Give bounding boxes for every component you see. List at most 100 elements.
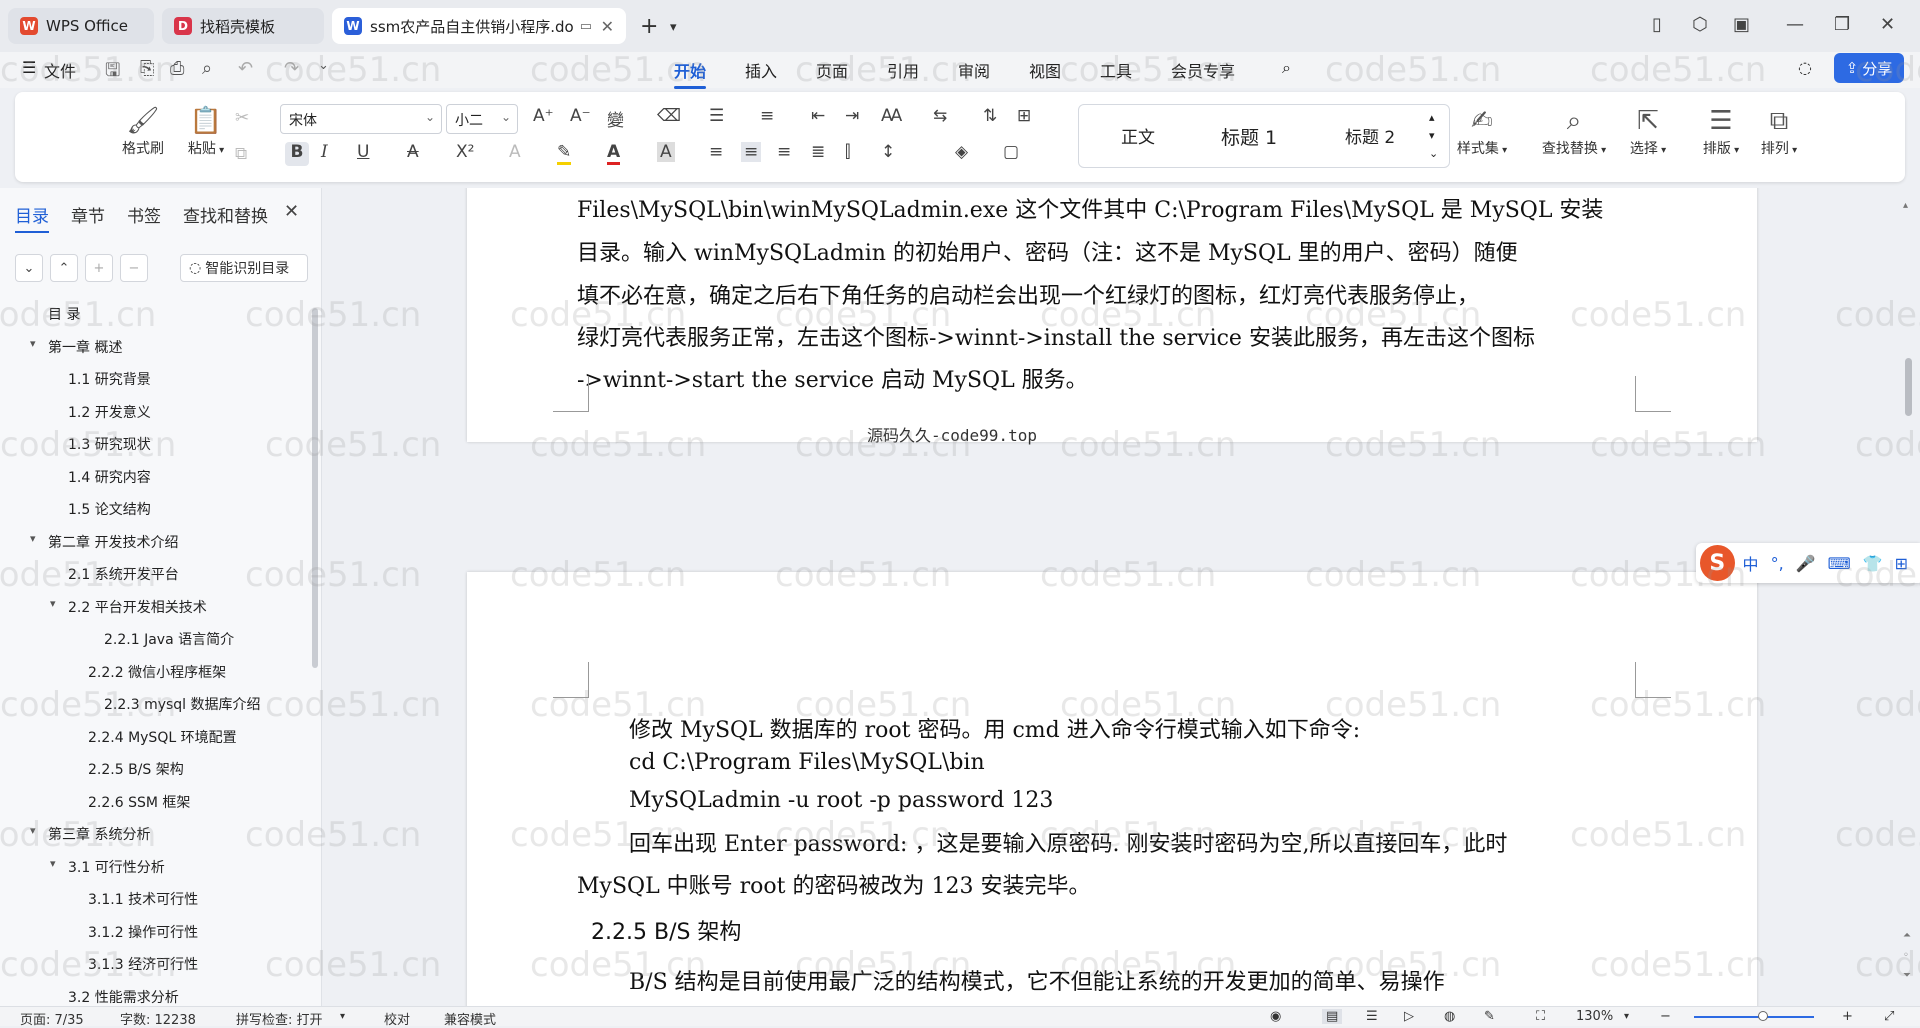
proofread-button[interactable]: 校对 [384,1009,410,1028]
select-browse-icon[interactable]: ◦ [1903,950,1909,961]
show-marks-icon[interactable]: ⊞ [1017,106,1031,126]
menu-review[interactable]: 审阅 [958,58,990,82]
keyboard-icon[interactable]: ⌨ [1828,554,1851,573]
save-icon[interactable]: 🖫 [105,58,120,88]
microphone-icon[interactable]: 🎤 [1796,554,1816,573]
chevron-down-icon[interactable]: ▾ [670,20,677,35]
align-center-icon[interactable]: ≡ [741,142,762,162]
expand-caret-icon[interactable]: ▾ [30,532,36,545]
layout-button[interactable]: ☰ 排版 ▾ [1695,104,1747,158]
scroll-down-icon[interactable]: ▾ [1429,129,1435,142]
tab-document[interactable]: W ssm农产品自主供销小程序.do ▭ ✕ [332,8,626,44]
close-icon[interactable]: ✕ [284,201,299,222]
toc-item[interactable]: 目 录 [48,304,80,324]
tab-bookmarks[interactable]: 书签 [127,202,161,227]
menu-tools[interactable]: 工具 [1100,58,1132,82]
scroll-thumb[interactable] [1905,358,1912,416]
font-color-icon[interactable]: A [607,142,621,165]
expand-caret-icon[interactable]: ▾ [50,857,56,870]
find-replace-button[interactable]: ⌕ 查找替换 ▾ [1533,104,1615,158]
new-tab-plus-icon[interactable]: + [640,14,658,39]
toc-item[interactable]: 2.2.5 B/S 架构 [88,759,184,779]
style-normal[interactable]: 正文 [1121,123,1155,148]
toc-item[interactable]: 2.2.6 SSM 框架 [88,792,190,812]
punctuation-icon[interactable]: °, [1771,554,1784,573]
toc-item[interactable]: 1.2 开发意义 [68,402,151,422]
zoom-out-icon[interactable]: − [1660,1009,1671,1024]
justify-icon[interactable]: ≣ [811,142,825,162]
font-size-select[interactable]: 小二 ⌄ [446,104,518,134]
clear-format-icon[interactable]: ⌫ [657,106,681,126]
copy-icon[interactable]: ⧉ [235,144,247,164]
increase-indent-icon[interactable]: ⇥ [845,106,859,126]
zoom-level[interactable]: 130% [1576,1009,1613,1024]
paste-button[interactable]: 📋 粘贴 ▾ [178,104,234,158]
toc-item[interactable]: ▾ 第一章 概述 [30,337,122,357]
toc-item[interactable]: 1.3 研究现状 [68,434,151,454]
menu-insert[interactable]: 插入 [745,58,777,82]
skin-icon[interactable]: 👕 [1863,554,1883,573]
toc-item[interactable]: 3.2 性能需求分析 [68,987,179,1007]
phonetic-icon[interactable]: 變 [607,106,624,131]
font-name-select[interactable]: 宋体 ⌄ [280,104,442,134]
redo-icon[interactable]: ↷ [284,58,299,79]
strikethrough-icon[interactable]: A [407,142,419,162]
word-count[interactable]: 字数: 12238 [120,1009,196,1028]
highlight-icon[interactable]: ✎ [557,142,572,165]
close-tab-icon[interactable]: ✕ [595,17,614,36]
spell-check-toggle[interactable]: 拼写检查: 打开 [236,1009,323,1028]
toc-item[interactable]: ▾ 第三章 系统分析 [30,824,150,844]
layout-icon[interactable]: ▯ [1652,14,1662,35]
smart-toc-button[interactable]: ◌ 智能识别目录 [180,254,308,282]
bold-icon[interactable]: B [285,142,309,166]
tab-wps-office[interactable]: W WPS Office [8,8,154,44]
play-icon[interactable]: ▷ [1404,1009,1414,1024]
print-icon[interactable]: ⎙ [170,58,184,79]
scroll-up-icon[interactable]: ▴ [1903,200,1908,211]
expand-caret-icon[interactable]: ▾ [30,824,36,837]
align-right-icon[interactable]: ≡ [777,142,791,162]
superscript-icon[interactable]: X² [456,142,474,162]
maximize-icon[interactable]: ❐ [1834,14,1850,35]
zoom-slider-thumb[interactable] [1758,1011,1768,1021]
menu-icon[interactable]: ☰ [22,58,36,77]
line-spacing-icon[interactable]: ↕ [881,142,895,162]
remove-item-icon[interactable]: − [120,254,148,282]
pen-icon[interactable]: ✎ [1484,1009,1495,1024]
shrink-font-icon[interactable]: A⁻ [570,106,591,126]
distribute-icon[interactable]: ⫿ [845,142,850,162]
monitor-icon[interactable]: ▭ [580,19,592,34]
zoom-in-icon[interactable]: + [1842,1009,1853,1024]
chevron-down-icon[interactable]: ▾ [340,1011,345,1022]
decrease-indent-icon[interactable]: ⇤ [811,106,825,126]
select-button[interactable]: ⇱ 选择 ▾ [1620,104,1676,158]
cube-icon[interactable]: ⬡ [1692,14,1708,35]
toolbox-icon[interactable]: ⊞ [1895,554,1908,573]
menu-vip[interactable]: 会员专享 [1171,58,1235,82]
grow-font-icon[interactable]: A⁺ [533,106,554,126]
prev-page-icon[interactable]: ⏶ [1903,930,1911,941]
text-effect-icon[interactable]: A [509,142,521,162]
print-preview-icon[interactable]: ⌕ [202,58,212,79]
collapse-all-icon[interactable]: ⌄ [15,254,43,282]
add-item-icon[interactable]: + [85,254,113,282]
toc-item[interactable]: 2.2.1 Java 语言简介 [104,629,234,649]
expand-caret-icon[interactable]: ▾ [30,337,36,350]
web-view-icon[interactable]: ◍ [1444,1009,1455,1024]
bullet-list-icon[interactable]: ☰ [709,106,724,126]
page-indicator[interactable]: 页面: 7/35 [20,1009,84,1028]
toc-item[interactable]: ▾ 2.2 平台开发相关技术 [50,597,207,617]
expand-styles-icon[interactable]: ⌄ [1429,147,1438,160]
outline-view-icon[interactable]: ☰ [1366,1009,1378,1024]
cut-icon[interactable]: ✂ [235,108,249,128]
chevron-down-icon[interactable]: ▾ [1624,1011,1629,1022]
sidebar-scrollbar[interactable] [312,308,318,668]
toc-item[interactable]: 2.2.3 mysql 数据库介绍 [104,694,261,714]
undo-icon[interactable]: ↶ [238,58,253,79]
zoom-slider[interactable] [1694,1016,1814,1018]
minimize-icon[interactable]: — [1786,14,1804,35]
menu-page[interactable]: 页面 [816,58,848,82]
toc-item[interactable]: 1.1 研究背景 [68,369,151,389]
chevron-down-icon[interactable]: ⌄ [318,58,329,73]
eye-icon[interactable]: ◉ [1270,1009,1281,1024]
